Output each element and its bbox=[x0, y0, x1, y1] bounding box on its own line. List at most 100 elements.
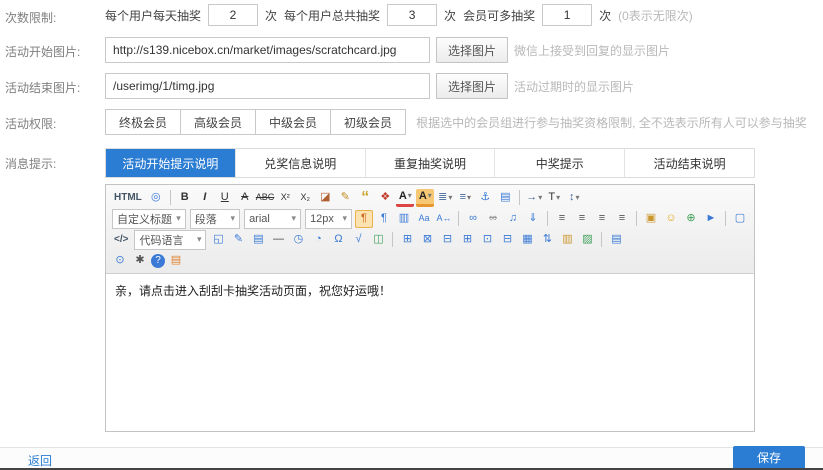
end-image-pick-button[interactable]: 选择图片 bbox=[436, 73, 508, 99]
special-char-icon[interactable]: Ω bbox=[329, 231, 347, 249]
anchor-icon[interactable]: ⚓ bbox=[476, 189, 494, 207]
strikethrough-icon[interactable]: A bbox=[236, 189, 254, 207]
unlink-icon[interactable]: ∞ bbox=[484, 210, 502, 228]
font-size-dropdown[interactable]: 12px▾ bbox=[305, 209, 352, 229]
member-option-ultimate[interactable]: 终极会员 bbox=[105, 109, 181, 135]
code-language-dropdown[interactable]: 代码语言▾ bbox=[134, 230, 206, 250]
tab-win-tip[interactable]: 中奖提示 bbox=[495, 149, 625, 177]
format-painter-icon[interactable]: ✎ bbox=[336, 189, 354, 207]
tab-repeat-draw[interactable]: 重复抽奖说明 bbox=[366, 149, 496, 177]
table-title-icon[interactable]: ▦ bbox=[518, 231, 536, 249]
video-icon[interactable]: ► bbox=[702, 210, 720, 228]
draft-icon[interactable]: ▤ bbox=[167, 252, 185, 270]
paragraph-rtl-icon[interactable]: ¶ bbox=[375, 210, 393, 228]
print-icon[interactable]: ▤ bbox=[607, 231, 625, 249]
toolbar-separator bbox=[170, 190, 171, 205]
member-option-junior[interactable]: 初级会员 bbox=[330, 109, 406, 135]
ordered-list-icon[interactable]: ≣▾ bbox=[436, 189, 454, 207]
start-image-row: 选择图片 微信上接受到回复的显示图片 bbox=[105, 36, 670, 64]
insert-code-icon[interactable]: </> bbox=[111, 231, 131, 249]
permission-label: 活动权限: bbox=[5, 115, 56, 132]
insert-column-icon[interactable]: ⊞ bbox=[458, 231, 476, 249]
preview-icon[interactable]: ◎ bbox=[147, 189, 165, 207]
start-image-pick-button[interactable]: 选择图片 bbox=[436, 37, 508, 63]
music-icon[interactable]: ♫ bbox=[504, 210, 522, 228]
subscript-icon[interactable]: X₂ bbox=[296, 189, 314, 207]
merge-cells-icon[interactable]: ⊡ bbox=[478, 231, 496, 249]
table-sort-icon[interactable]: ⇅ bbox=[538, 231, 556, 249]
link-icon[interactable]: ∞ bbox=[464, 210, 482, 228]
blockquote-icon[interactable]: “ bbox=[356, 189, 374, 207]
scrawl-icon[interactable]: ✎ bbox=[229, 231, 247, 249]
start-image-input[interactable] bbox=[105, 37, 430, 63]
member-extra-label: 会员可多抽奖 bbox=[463, 7, 535, 24]
tab-activity-end[interactable]: 活动结束说明 bbox=[625, 149, 754, 177]
paragraph-dropdown[interactable]: 段落▾ bbox=[190, 209, 240, 229]
date-icon[interactable]: ◔ bbox=[309, 231, 327, 249]
chart-icon[interactable]: ◫ bbox=[369, 231, 387, 249]
clock-icon[interactable]: ◷ bbox=[289, 231, 307, 249]
rich-text-editor: HTML◎BIUAABCX²X₂◪✎“❖A▾A▾≣▾≡▾⚓▤→▾T▾↕▾自定义标… bbox=[105, 184, 755, 432]
line-height-icon[interactable]: ↕▾ bbox=[565, 189, 583, 207]
attachment-icon[interactable]: ⇓ bbox=[524, 210, 542, 228]
remove-format-icon[interactable]: ◪ bbox=[316, 189, 334, 207]
member-option-middle[interactable]: 中级会员 bbox=[255, 109, 331, 135]
table-bg-icon[interactable]: ▨ bbox=[578, 231, 596, 249]
emotion-icon[interactable]: ☺ bbox=[662, 210, 680, 228]
fullscreen-icon[interactable]: ▢ bbox=[731, 210, 749, 228]
align-icon[interactable]: T▾ bbox=[545, 189, 563, 207]
save-button[interactable]: 保存 bbox=[733, 446, 805, 469]
help-icon[interactable]: ? bbox=[151, 254, 165, 268]
map-icon[interactable]: ⊕ bbox=[682, 210, 700, 228]
accent-icon[interactable]: ❖ bbox=[376, 189, 394, 207]
per-day-input[interactable] bbox=[208, 4, 258, 26]
toolbar-separator bbox=[458, 211, 459, 226]
custom-title-dropdown[interactable]: 自定义标题▾ bbox=[112, 209, 186, 229]
split-cell-icon[interactable]: ⊟ bbox=[498, 231, 516, 249]
unordered-list-icon[interactable]: ≡▾ bbox=[456, 189, 474, 207]
justify-full-icon[interactable]: ≡ bbox=[613, 210, 631, 228]
tab-activity-start-tip[interactable]: 活动开始提示说明 bbox=[106, 149, 236, 177]
justify-left-icon[interactable]: ≡ bbox=[553, 210, 571, 228]
case-convert-icon[interactable]: Aa bbox=[415, 210, 433, 228]
editor-toolbar: HTML◎BIUAABCX²X₂◪✎“❖A▾A▾≣▾≡▾⚓▤→▾T▾↕▾自定义标… bbox=[106, 185, 754, 274]
justify-right-icon[interactable]: ≡ bbox=[593, 210, 611, 228]
superscript-icon[interactable]: X² bbox=[276, 189, 294, 207]
total-unit: 次 bbox=[444, 7, 456, 24]
formula-icon[interactable]: √ bbox=[349, 231, 367, 249]
paragraph-ltr-icon[interactable]: ¶ bbox=[355, 210, 373, 228]
justify-center-icon[interactable]: ≡ bbox=[573, 210, 591, 228]
insert-row-icon[interactable]: ⊟ bbox=[438, 231, 456, 249]
back-link[interactable]: 返回 bbox=[28, 452, 52, 469]
horizontal-rule-icon[interactable]: — bbox=[269, 231, 287, 249]
underline-icon[interactable]: U bbox=[216, 189, 234, 207]
total-input[interactable] bbox=[387, 4, 437, 26]
words-count-icon[interactable]: ▥ bbox=[395, 210, 413, 228]
snapscreen-icon[interactable]: ◱ bbox=[209, 231, 227, 249]
letter-spacing-icon[interactable]: A↔ bbox=[435, 210, 453, 228]
delete-table-icon[interactable]: ⊠ bbox=[418, 231, 436, 249]
image-icon[interactable]: ▣ bbox=[642, 210, 660, 228]
table-border-icon[interactable]: ▥ bbox=[558, 231, 576, 249]
bold-icon[interactable]: B bbox=[176, 189, 194, 207]
italic-icon[interactable]: I bbox=[196, 189, 214, 207]
source-code-button[interactable]: HTML bbox=[111, 189, 145, 207]
search-replace-icon[interactable]: ⊙ bbox=[111, 252, 129, 270]
member-extra-input[interactable] bbox=[542, 4, 592, 26]
tab-redeem-info[interactable]: 兑奖信息说明 bbox=[236, 149, 366, 177]
end-image-input[interactable] bbox=[105, 73, 430, 99]
page-break-icon[interactable]: ▤ bbox=[496, 189, 514, 207]
font-color-icon[interactable]: A▾ bbox=[396, 189, 414, 207]
member-option-senior[interactable]: 高级会员 bbox=[180, 109, 256, 135]
spellcheck-icon[interactable]: ABC bbox=[256, 189, 275, 207]
toolbar-separator bbox=[725, 211, 726, 226]
editor-content[interactable]: 亲，请点击进入刮刮卡抽奖活动页面，祝您好运哦！ bbox=[106, 274, 754, 431]
per-day-unit: 次 bbox=[265, 7, 277, 24]
template-icon[interactable]: ▤ bbox=[249, 231, 267, 249]
count-limit-row: 每个用户每天抽奖 次 每个用户总共抽奖 次 会员可多抽奖 次 (0表示无限次) bbox=[105, 3, 693, 27]
indent-icon[interactable]: →▾ bbox=[525, 189, 543, 207]
spider-icon[interactable]: ✱ bbox=[131, 252, 149, 270]
insert-table-icon[interactable]: ⊞ bbox=[398, 231, 416, 249]
font-family-dropdown[interactable]: arial▾ bbox=[244, 209, 301, 229]
background-color-icon[interactable]: A▾ bbox=[416, 189, 434, 207]
